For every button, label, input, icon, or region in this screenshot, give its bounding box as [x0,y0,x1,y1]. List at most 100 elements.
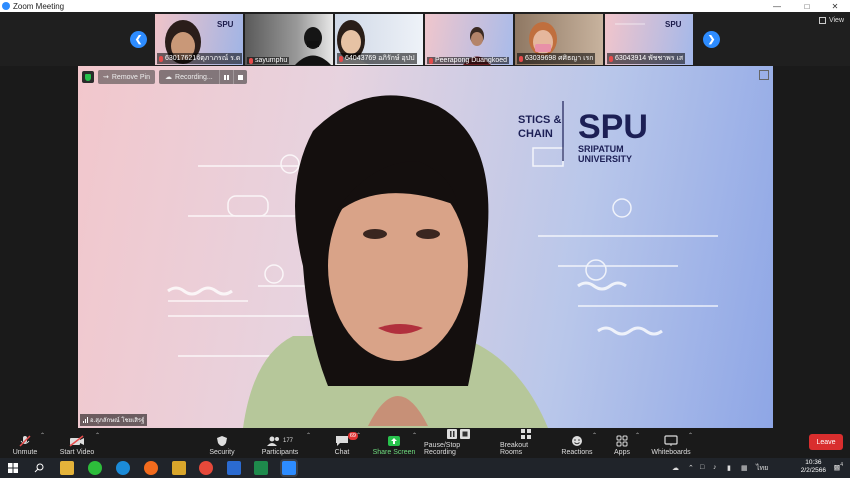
whiteboards-options-caret[interactable]: ⌃ [688,432,693,439]
participant-tile[interactable]: 63039698 ศศิธญา เรก [515,14,603,65]
filmstrip-next-button[interactable]: ❯ [703,31,720,48]
share-options-caret[interactable]: ⌃ [412,432,417,439]
participant-tile[interactable]: SPU 63043914 พัชชาพร เส [605,14,693,65]
pin-icon: ⇝ [103,74,109,81]
network-icon[interactable]: □ [700,464,704,471]
participants-icon: 177 [263,435,297,447]
line-app-taskbar-icon[interactable] [88,461,102,475]
folder-taskbar-icon[interactable] [172,461,186,475]
brand-logo: SPU [578,108,648,146]
mic-muted-icon [609,55,613,62]
dept-text-line2: CHAIN [518,128,553,140]
video-off-icon [69,435,85,447]
volume-icon[interactable]: ♪ [713,464,717,471]
participants-button[interactable]: 177 Participants [262,430,298,456]
mic-muted-icon [17,435,33,447]
mic-muted-icon [429,57,433,64]
reactions-options-caret[interactable]: ⌃ [592,432,597,439]
security-button[interactable]: Security [205,430,239,456]
participant-tile[interactable]: 64043769 อภิรักษ์ อุปป [335,14,423,65]
breakout-rooms-button[interactable]: Breakout Rooms [500,428,552,456]
edge-taskbar-icon[interactable] [116,461,130,475]
weather-icon[interactable]: ☁ [672,464,679,472]
minimize-button[interactable]: — [764,0,790,12]
language-icon[interactable]: ▦ [741,464,748,472]
title-bar: Zoom Meeting — □ ✕ [0,0,850,12]
shield-icon [214,435,230,447]
clock-time: 10:36 [805,459,822,466]
mic-muted-icon [339,55,343,62]
apps-icon [614,435,630,447]
close-button[interactable]: ✕ [822,0,848,12]
file-explorer-taskbar-icon[interactable] [60,461,74,475]
participant-tile[interactable]: sayumphu [245,14,333,65]
dept-text-line1: STICS & [518,114,561,126]
participant-name-label: 64043769 อภิรักษ์ อุปป [337,53,417,64]
participants-count: 177 [282,438,293,444]
audio-options-caret[interactable]: ⌃ [40,432,45,439]
clock-date: 2/2/2566 [800,467,826,474]
participant-name-label: 63039698 ศศิธญา เรก [517,53,596,64]
chat-icon: 69 [334,432,358,447]
video-options-caret[interactable]: ⌃ [95,432,100,439]
participant-tile[interactable]: Peerapong Duangkoed [425,14,513,65]
os-taskbar: ☁ ⌃ □ ♪ ▮ ▦ ไทย 10:36 2/2/2566 ▩4 [0,458,850,478]
main-video: STICS & CHAIN SPU SRIPATUM UNIVERSITY ⇝ … [78,66,773,428]
windows-start-icon[interactable] [8,463,18,473]
view-button[interactable]: View [818,17,844,24]
chrome-taskbar-icon[interactable] [199,461,213,475]
participant-filmstrip: ❮ SPU 63017621จิตุภาภรณ์ ร.ด sayumphu 64… [0,12,850,66]
svg-text:SPU: SPU [665,20,682,29]
notification-icon[interactable]: ▩4 [834,462,843,471]
tray-chevron-icon[interactable]: ⌃ [688,464,694,472]
zoom-taskbar-icon[interactable] [282,461,296,475]
participant-name-label: Peerapong Duangkoed [427,57,510,64]
recording-indicator: ☁ Recording... [159,70,247,84]
smiley-icon [569,435,585,447]
pause-icon [223,74,229,80]
excel-taskbar-icon[interactable] [254,461,268,475]
word-taskbar-icon[interactable] [227,461,241,475]
record-controls-icon [446,428,472,440]
participant-name-label: sayumphu [247,57,290,64]
remove-pin-button[interactable]: ⇝ Remove Pin [98,70,156,84]
mic-muted-icon [159,55,163,62]
participant-name-label: 63043914 พัชชาพร เส [607,53,686,64]
participants-options-caret[interactable]: ⌃ [306,432,311,439]
mic-muted-icon [519,55,523,62]
grid-icon [818,17,826,24]
virtual-background: STICS & CHAIN SPU SRIPATUM UNIVERSITY [167,95,718,428]
apps-button[interactable]: Apps [610,430,634,456]
taskbar-clock[interactable]: 10:36 2/2/2566 [801,459,826,475]
participant-tile[interactable]: SPU 63017621จิตุภาภรณ์ ร.ด [155,14,243,65]
share-screen-button[interactable]: Share Screen [372,430,416,456]
stop-recording-button[interactable] [232,70,247,84]
pause-recording-button[interactable] [218,70,233,84]
chat-options-caret[interactable]: ⌃ [356,432,361,439]
input-language-label[interactable]: ไทย [756,463,768,474]
battery-icon[interactable]: ▮ [727,464,731,472]
search-icon[interactable] [34,463,44,473]
svg-text:SPU: SPU [217,20,234,29]
whiteboard-icon [663,435,679,447]
meeting-toolbar: Unmute ⌃ Start Video ⌃ Security 177 Part… [0,428,850,458]
cloud-record-icon: ☁ [165,74,173,81]
maximize-button[interactable]: □ [794,0,820,12]
mic-muted-icon [249,57,253,64]
encryption-shield-icon[interactable] [82,71,94,83]
reactions-button[interactable]: Reactions [561,430,593,456]
start-video-button[interactable]: Start Video [56,430,98,456]
leave-button[interactable]: Leave [809,434,843,450]
expand-icon[interactable] [759,70,769,80]
share-screen-icon [386,435,402,447]
breakout-rooms-icon [518,428,534,440]
firefox-taskbar-icon[interactable] [144,461,158,475]
brand-sub2: UNIVERSITY [578,154,632,164]
signal-icon [83,417,88,423]
unmute-button[interactable]: Unmute [10,430,40,456]
apps-options-caret[interactable]: ⌃ [635,432,640,439]
filmstrip-prev-button[interactable]: ❮ [130,31,147,48]
zoom-app-icon [2,2,10,10]
chat-button[interactable]: 69 Chat [330,430,358,456]
pause-stop-recording-button[interactable]: Pause/Stop Recording [424,428,494,456]
